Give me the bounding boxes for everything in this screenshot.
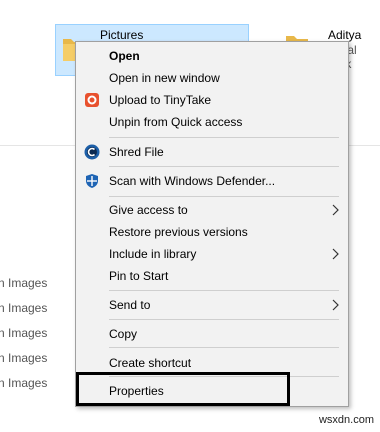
- menu-item-include-library[interactable]: Include in library: [76, 243, 348, 265]
- menu-item-pin-start[interactable]: Pin to Start: [76, 265, 348, 287]
- menu-separator: [109, 319, 339, 320]
- chevron-right-icon: [332, 248, 339, 260]
- menu-separator: [109, 166, 339, 167]
- shred-file-icon: [84, 144, 100, 160]
- menu-item-restore-versions[interactable]: Restore previous versions: [76, 221, 348, 243]
- tile-name-pictures: Pictures: [100, 28, 144, 42]
- menu-item-label: Include in library: [109, 247, 197, 261]
- menu-item-label: Upload to TinyTake: [109, 93, 212, 107]
- list-item[interactable]: n Images: [0, 301, 47, 315]
- watermark-text: wsxdn.com: [318, 414, 374, 426]
- menu-item-copy[interactable]: Copy: [76, 323, 348, 345]
- menu-item-label: Copy: [109, 327, 138, 341]
- menu-item-label: Create shortcut: [109, 356, 192, 370]
- menu-item-label: Send to: [109, 298, 151, 312]
- menu-item-label: Scan with Windows Defender...: [109, 174, 276, 188]
- menu-item-label: Restore previous versions: [109, 225, 248, 239]
- chevron-right-icon: [332, 299, 339, 311]
- menu-item-create-shortcut[interactable]: Create shortcut: [76, 352, 348, 374]
- chevron-right-icon: [332, 204, 339, 216]
- properties-highlight-box: [76, 372, 290, 406]
- menu-item-label: Pin to Start: [109, 269, 169, 283]
- context-menu: Open Open in new window Upload to TinyTa…: [75, 41, 349, 407]
- menu-separator: [109, 196, 339, 197]
- menu-item-label: Give access to: [109, 203, 188, 217]
- menu-item-label: Shred File: [109, 145, 164, 159]
- list-item[interactable]: n Images: [0, 276, 47, 290]
- menu-item-scan-defender[interactable]: Scan with Windows Defender...: [76, 170, 348, 192]
- list-item[interactable]: n Images: [0, 376, 47, 390]
- menu-item-open[interactable]: Open: [76, 45, 348, 67]
- windows-defender-icon: [86, 174, 98, 188]
- menu-item-shred-file[interactable]: Shred File: [76, 141, 348, 163]
- menu-separator: [109, 347, 339, 348]
- menu-item-label: Open in new window: [109, 71, 220, 85]
- menu-item-send-to[interactable]: Send to: [76, 294, 348, 316]
- tile-name-aditya[interactable]: Aditya: [328, 28, 361, 42]
- menu-item-unpin-quick-access[interactable]: Unpin from Quick access: [76, 111, 348, 133]
- menu-item-open-new-window[interactable]: Open in new window: [76, 67, 348, 89]
- menu-item-label: Unpin from Quick access: [109, 115, 243, 129]
- menu-separator: [109, 290, 339, 291]
- list-item[interactable]: n Images: [0, 326, 47, 340]
- tinytake-icon: [85, 93, 99, 107]
- menu-item-label: Open: [109, 49, 140, 63]
- menu-item-upload-tinytake[interactable]: Upload to TinyTake: [76, 89, 348, 111]
- menu-item-give-access[interactable]: Give access to: [76, 199, 348, 221]
- menu-separator: [109, 137, 339, 138]
- list-item[interactable]: n Images: [0, 351, 47, 365]
